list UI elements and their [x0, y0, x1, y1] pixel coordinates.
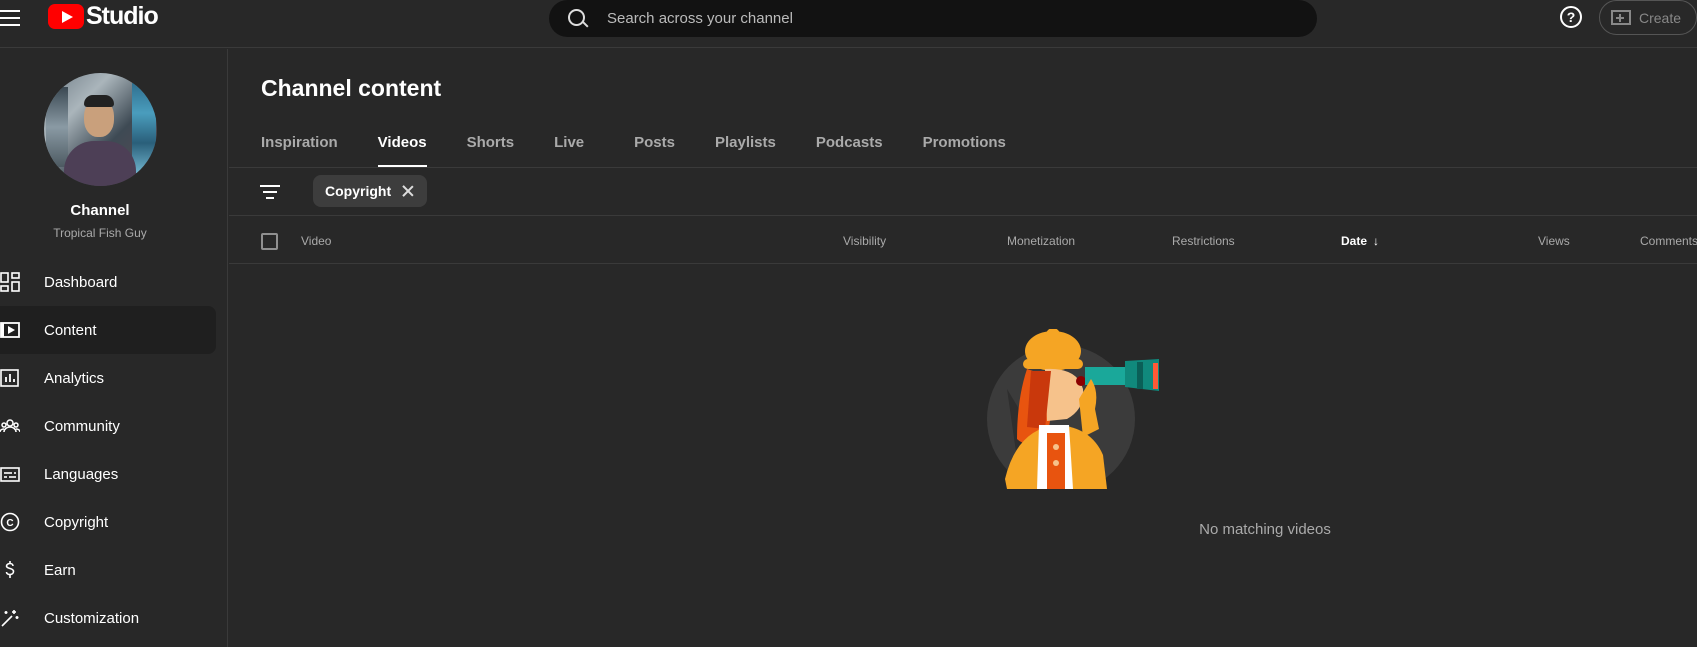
content-icon: [0, 320, 20, 340]
sidebar-item-label: Analytics: [44, 369, 105, 387]
tab-podcasts[interactable]: Podcasts: [816, 134, 883, 167]
tab-live[interactable]: Live: [554, 134, 584, 167]
languages-icon: [0, 464, 20, 484]
dashboard-icon: [0, 272, 20, 292]
menu-icon[interactable]: [0, 8, 24, 28]
sidebar-item-analytics[interactable]: Analytics: [0, 354, 216, 402]
tab-promotions[interactable]: Promotions: [923, 134, 1006, 167]
column-views[interactable]: Views: [1538, 234, 1570, 248]
main-content: Channel content Inspiration Videos Short…: [229, 49, 1697, 647]
sidebar-item-label: Dashboard: [44, 273, 118, 291]
sidebar-item-community[interactable]: Community: [0, 402, 216, 450]
column-date-label: Date: [1341, 234, 1368, 248]
create-video-icon: [1611, 10, 1631, 25]
logo-text: Studio: [86, 1, 159, 30]
sidebar: Channel Tropical Fish Guy Dashboard Cont…: [0, 49, 228, 647]
community-icon: [0, 416, 21, 436]
select-all-checkbox[interactable]: [261, 233, 278, 250]
tab-inspiration[interactable]: Inspiration: [261, 134, 338, 167]
channel-avatar[interactable]: [44, 73, 157, 186]
youtube-play-icon: [48, 3, 84, 29]
tab-posts[interactable]: Posts: [634, 134, 675, 167]
column-visibility[interactable]: Visibility: [843, 234, 886, 248]
earn-icon: [0, 560, 20, 580]
sidebar-item-copyright[interactable]: C Copyright: [0, 498, 216, 546]
sidebar-nav: Dashboard Content Analytics Community La…: [0, 258, 216, 642]
search-input[interactable]: [607, 10, 1257, 27]
help-icon[interactable]: ?: [1560, 6, 1582, 28]
column-comments[interactable]: Comments: [1640, 234, 1697, 248]
create-button[interactable]: Create: [1599, 0, 1697, 35]
tab-playlists[interactable]: Playlists: [715, 134, 776, 167]
filter-bar: Copyright: [229, 168, 1697, 216]
svg-text:C: C: [6, 518, 13, 529]
customization-icon: [0, 608, 20, 628]
table-header: Video Visibility Monetization Restrictio…: [229, 217, 1697, 264]
content-tabs: Inspiration Videos Shorts Live Posts Pla…: [261, 134, 1046, 168]
search-icon[interactable]: [567, 8, 589, 30]
sidebar-item-customization[interactable]: Customization: [0, 594, 216, 642]
empty-message: No matching videos: [229, 521, 1631, 538]
sidebar-item-languages[interactable]: Languages: [0, 450, 216, 498]
sidebar-item-label: Languages: [44, 465, 119, 483]
channel-name: Tropical Fish Guy: [53, 226, 147, 240]
sidebar-item-label: Content: [44, 321, 97, 339]
filter-chip-copyright[interactable]: Copyright: [313, 175, 428, 207]
arrow-down-icon: ↓: [1373, 234, 1380, 248]
column-monetization[interactable]: Monetization: [1007, 234, 1075, 248]
close-icon[interactable]: [401, 184, 415, 198]
copyright-icon: C: [0, 512, 20, 532]
tab-shorts[interactable]: Shorts: [467, 134, 515, 167]
sidebar-item-dashboard[interactable]: Dashboard: [0, 258, 216, 306]
youtube-studio-logo[interactable]: Studio: [48, 1, 159, 31]
column-restrictions[interactable]: Restrictions: [1172, 234, 1235, 248]
sidebar-item-content[interactable]: Content: [0, 306, 216, 354]
sidebar-item-label: Copyright: [44, 513, 109, 531]
page-title: Channel content: [261, 75, 442, 101]
sidebar-item-earn[interactable]: Earn: [0, 546, 216, 594]
tab-videos[interactable]: Videos: [377, 134, 427, 168]
explorer-binoculars-illustration: [987, 329, 1159, 489]
filter-chip-label: Copyright: [325, 183, 392, 199]
column-video: Video: [301, 234, 332, 248]
search-bar[interactable]: [549, 0, 1317, 37]
column-date[interactable]: Date ↓: [1341, 234, 1379, 248]
sidebar-item-label: Earn: [44, 561, 76, 579]
sidebar-item-label: Customization: [44, 609, 140, 627]
create-button-label: Create: [1639, 9, 1682, 26]
empty-message-text: No matching videos: [1199, 521, 1331, 538]
filter-icon[interactable]: [260, 184, 280, 200]
channel-label: Channel: [70, 202, 130, 219]
top-bar: Studio ? Create: [0, 0, 1697, 48]
sidebar-item-label: Community: [44, 417, 120, 435]
analytics-icon: [0, 368, 20, 388]
